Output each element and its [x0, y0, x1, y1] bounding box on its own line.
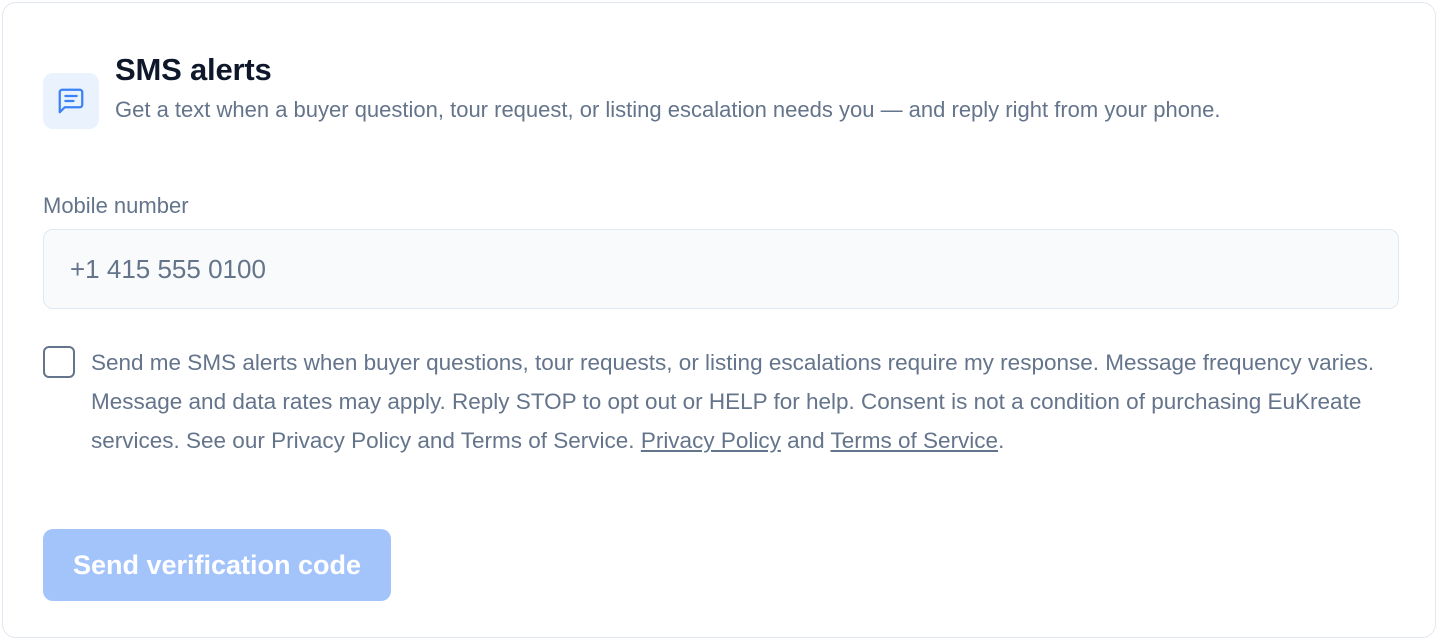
sms-icon-tile [43, 73, 99, 129]
terms-of-service-link[interactable]: Terms of Service [831, 428, 999, 453]
mobile-number-input[interactable] [43, 229, 1399, 309]
privacy-policy-link[interactable]: Privacy Policy [641, 428, 781, 453]
mobile-number-label: Mobile number [43, 193, 189, 218]
send-verification-code-button[interactable]: Send verification code [43, 529, 391, 601]
sms-consent-checkbox[interactable] [43, 346, 75, 378]
consent-terminator: . [998, 428, 1005, 453]
message-square-icon [58, 88, 84, 114]
sms-alerts-card: SMS alerts Get a text when a buyer quest… [2, 2, 1436, 638]
sms-consent-text: Send me SMS alerts when buyer questions,… [91, 343, 1391, 460]
consent-conjunction: and [787, 428, 825, 453]
section-description: Get a text when a buyer question, tour r… [115, 97, 1221, 122]
section-title: SMS alerts [115, 52, 272, 87]
